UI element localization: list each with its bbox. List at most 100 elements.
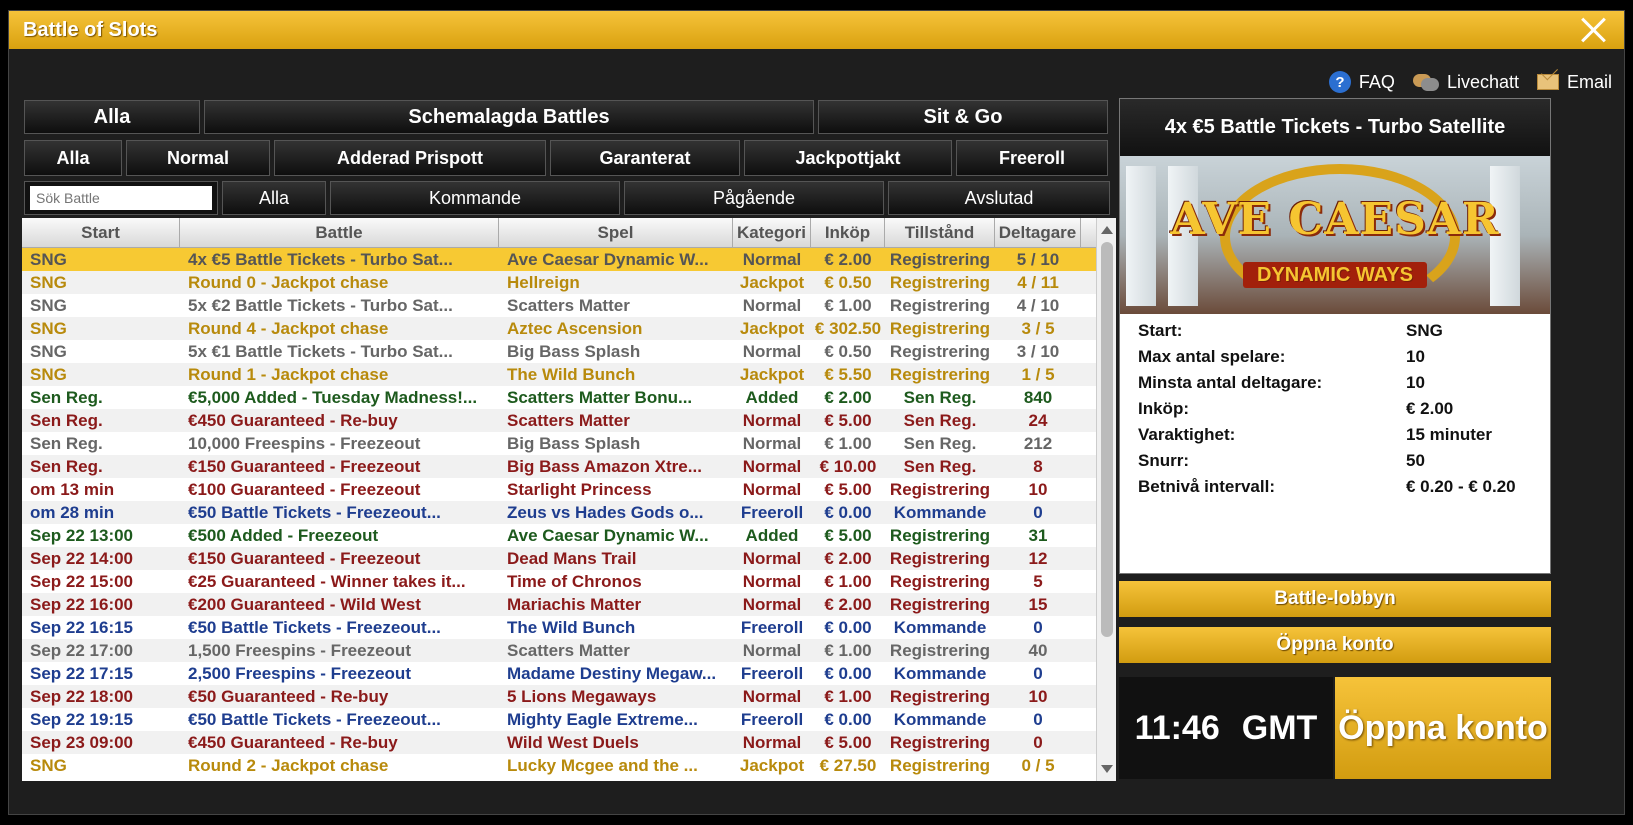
livechat-link[interactable]: Livechatt bbox=[1412, 72, 1519, 93]
header-buyin[interactable]: Inköp bbox=[811, 218, 885, 247]
cell-state: Registrering bbox=[889, 341, 991, 361]
cell-participants: 1 / 5 bbox=[1021, 364, 1055, 384]
cell-start: Sep 22 16:00 bbox=[30, 594, 134, 614]
detail-label: Snurr: bbox=[1138, 451, 1189, 470]
cell-category: Normal bbox=[742, 456, 802, 476]
cell-buyin: € 0.00 bbox=[824, 709, 872, 729]
header-state[interactable]: Tillstånd bbox=[885, 218, 995, 247]
filter-all[interactable]: Alla bbox=[24, 140, 122, 176]
cell-participants: 40 bbox=[1028, 640, 1048, 660]
cell-participants: 0 / 5 bbox=[1021, 755, 1055, 775]
cell-start: Sep 22 15:00 bbox=[30, 571, 134, 591]
status-all[interactable]: Alla bbox=[222, 181, 326, 215]
cell-battle: €25 Guaranteed - Winner takes it... bbox=[188, 571, 466, 591]
cell-game: Zeus vs Hades Gods o... bbox=[507, 502, 704, 522]
table-row[interactable]: Sep 22 15:00 €25 Guaranteed - Winner take… bbox=[22, 570, 1112, 593]
table-row[interactable]: SNG Round 2 - Jackpot chase Lucky Mcgee an… bbox=[22, 754, 1112, 777]
filter-added-prizepool[interactable]: Adderad Prispott bbox=[274, 140, 546, 176]
battle-lobby-button[interactable]: Battle-lobbyn bbox=[1119, 581, 1551, 617]
table-row[interactable]: Sep 22 17:15 2,500 Freespins - Freezeout M… bbox=[22, 662, 1112, 685]
cell-battle: €50 Battle Tickets - Freezeout... bbox=[188, 502, 441, 522]
filter-jackpot-chase[interactable]: Jackpottjakt bbox=[744, 140, 952, 176]
table-row[interactable]: Sep 22 19:15 €50 Battle Tickets - Freezeo… bbox=[22, 708, 1112, 731]
cell-game: Hellreign bbox=[507, 272, 580, 292]
cell-state: Registrering bbox=[889, 318, 991, 338]
tab-scheduled-battles[interactable]: Schemalagda Battles bbox=[204, 100, 814, 134]
detail-row: Max antal spelare: 10 bbox=[1138, 344, 1550, 370]
cell-buyin: € 302.50 bbox=[814, 318, 882, 338]
status-ongoing[interactable]: Pågående bbox=[624, 181, 884, 215]
table-row[interactable]: Sen Reg. €5,000 Added - Tuesday Madness!.… bbox=[22, 386, 1112, 409]
table-row[interactable]: SNG 4x €5 Battle Tickets - Turbo Sat... Av… bbox=[22, 248, 1112, 271]
cell-battle: €450 Guaranteed - Re-buy bbox=[188, 410, 398, 430]
table-row[interactable]: Sen Reg. €450 Guaranteed - Re-buy Scatters… bbox=[22, 409, 1112, 432]
details-list: Start: SNG Max antal spelare: 10 Minsta anta… bbox=[1120, 314, 1550, 500]
email-link[interactable]: Email bbox=[1536, 72, 1612, 93]
table-row[interactable]: Sep 23 09:00 €450 Guaranteed - Re-buy Wild… bbox=[22, 731, 1112, 754]
table-row[interactable]: om 13 min €100 Guaranteed - Freezeout Star… bbox=[22, 478, 1112, 501]
table-row[interactable]: Sep 22 14:00 €150 Guaranteed - Freezeout D… bbox=[22, 547, 1112, 570]
cell-category: Normal bbox=[742, 433, 802, 453]
cell-game: Scatters Matter bbox=[507, 295, 630, 315]
close-icon[interactable] bbox=[1578, 14, 1610, 46]
cell-category: Jackpot bbox=[739, 318, 805, 338]
table-row[interactable]: Sen Reg. 10,000 Freespins - Freezeout Big … bbox=[22, 432, 1112, 455]
tab-sit-and-go[interactable]: Sit & Go bbox=[818, 100, 1108, 134]
table-row[interactable]: Sen Reg. €150 Guaranteed - Freezeout Big B… bbox=[22, 455, 1112, 478]
envelope-icon bbox=[1536, 74, 1559, 90]
cell-battle: 1,500 Freespins - Freezeout bbox=[188, 640, 411, 660]
cell-state: Registrering bbox=[889, 732, 991, 752]
header-battle[interactable]: Battle bbox=[180, 218, 499, 247]
table-row[interactable]: Sep 22 17:00 1,500 Freespins - Freezeout S… bbox=[22, 639, 1112, 662]
cell-participants: 0 bbox=[1033, 709, 1043, 729]
cell-category: Normal bbox=[742, 571, 802, 591]
scroll-down-icon[interactable] bbox=[1101, 765, 1113, 773]
filter-guaranteed[interactable]: Garanterat bbox=[550, 140, 740, 176]
scroll-up-icon[interactable] bbox=[1101, 226, 1113, 234]
table-row[interactable]: Sep 22 16:15 €50 Battle Tickets - Freezeo… bbox=[22, 616, 1112, 639]
cell-state: Sen Reg. bbox=[903, 456, 977, 476]
header-category[interactable]: Kategori bbox=[733, 218, 811, 247]
table-row[interactable]: SNG Round 4 - Jackpot chase Aztec Ascensio… bbox=[22, 317, 1112, 340]
header-participants[interactable]: Deltagare bbox=[995, 218, 1081, 247]
tab-all[interactable]: Alla bbox=[24, 100, 200, 134]
table-row[interactable]: SNG 5x €1 Battle Tickets - Turbo Sat... Bi… bbox=[22, 340, 1112, 363]
cell-game: Scatters Matter bbox=[507, 410, 630, 430]
table-row[interactable]: Sep 22 13:00 €500 Added - Freezeout Ave Ca… bbox=[22, 524, 1112, 547]
cell-battle: €200 Guaranteed - Wild West bbox=[188, 594, 421, 614]
top-links: ? FAQ Livechatt Email bbox=[1328, 71, 1612, 93]
table-scrollbar[interactable] bbox=[1096, 218, 1116, 781]
cell-game: Wild West Duels bbox=[507, 732, 639, 752]
cell-game: Big Bass Splash bbox=[507, 433, 641, 453]
table-row[interactable]: Sep 22 16:00 €200 Guaranteed - Wild West M… bbox=[22, 593, 1112, 616]
cell-battle: €50 Battle Tickets - Freezeout... bbox=[188, 709, 441, 729]
game-banner: AVE CAESAR DYNAMIC WAYS bbox=[1120, 156, 1550, 314]
cell-battle: Round 0 - Jackpot chase bbox=[188, 272, 389, 292]
filter-freeroll[interactable]: Freeroll bbox=[956, 140, 1108, 176]
search-input[interactable] bbox=[30, 186, 212, 210]
table-row[interactable]: Sep 22 18:00 €50 Guaranteed - Re-buy 5 Lio… bbox=[22, 685, 1112, 708]
cell-battle: €450 Guaranteed - Re-buy bbox=[188, 732, 398, 752]
detail-row: Minsta antal deltagare: 10 bbox=[1138, 370, 1550, 396]
filter-normal[interactable]: Normal bbox=[126, 140, 270, 176]
table-row[interactable]: SNG Round 1 - Jackpot chase The Wild Bunch… bbox=[22, 363, 1112, 386]
cell-buyin: € 0.00 bbox=[824, 617, 872, 637]
open-account-big-button[interactable]: Öppna konto bbox=[1335, 677, 1551, 779]
cell-start: om 13 min bbox=[30, 479, 115, 499]
header-game[interactable]: Spel bbox=[499, 218, 733, 247]
cell-start: Sep 22 17:00 bbox=[30, 640, 134, 660]
table-row[interactable]: SNG 5x €2 Battle Tickets - Turbo Sat... Sc… bbox=[22, 294, 1112, 317]
scroll-thumb[interactable] bbox=[1101, 242, 1113, 637]
faq-link[interactable]: ? FAQ bbox=[1328, 71, 1395, 93]
status-upcoming[interactable]: Kommande bbox=[330, 181, 620, 215]
cell-category: Normal bbox=[742, 640, 802, 660]
table-row[interactable]: om 28 min €50 Battle Tickets - Freezeout.… bbox=[22, 501, 1112, 524]
cell-participants: 12 bbox=[1028, 548, 1048, 568]
status-finished[interactable]: Avslutad bbox=[888, 181, 1110, 215]
cell-category: Normal bbox=[742, 732, 802, 752]
open-account-button[interactable]: Öppna konto bbox=[1119, 627, 1551, 663]
header-start[interactable]: Start bbox=[22, 218, 180, 247]
cell-buyin: € 1.00 bbox=[824, 433, 872, 453]
table-row[interactable]: SNG Round 0 - Jackpot chase Hellreign Jackp… bbox=[22, 271, 1112, 294]
cell-participants: 31 bbox=[1028, 525, 1048, 545]
